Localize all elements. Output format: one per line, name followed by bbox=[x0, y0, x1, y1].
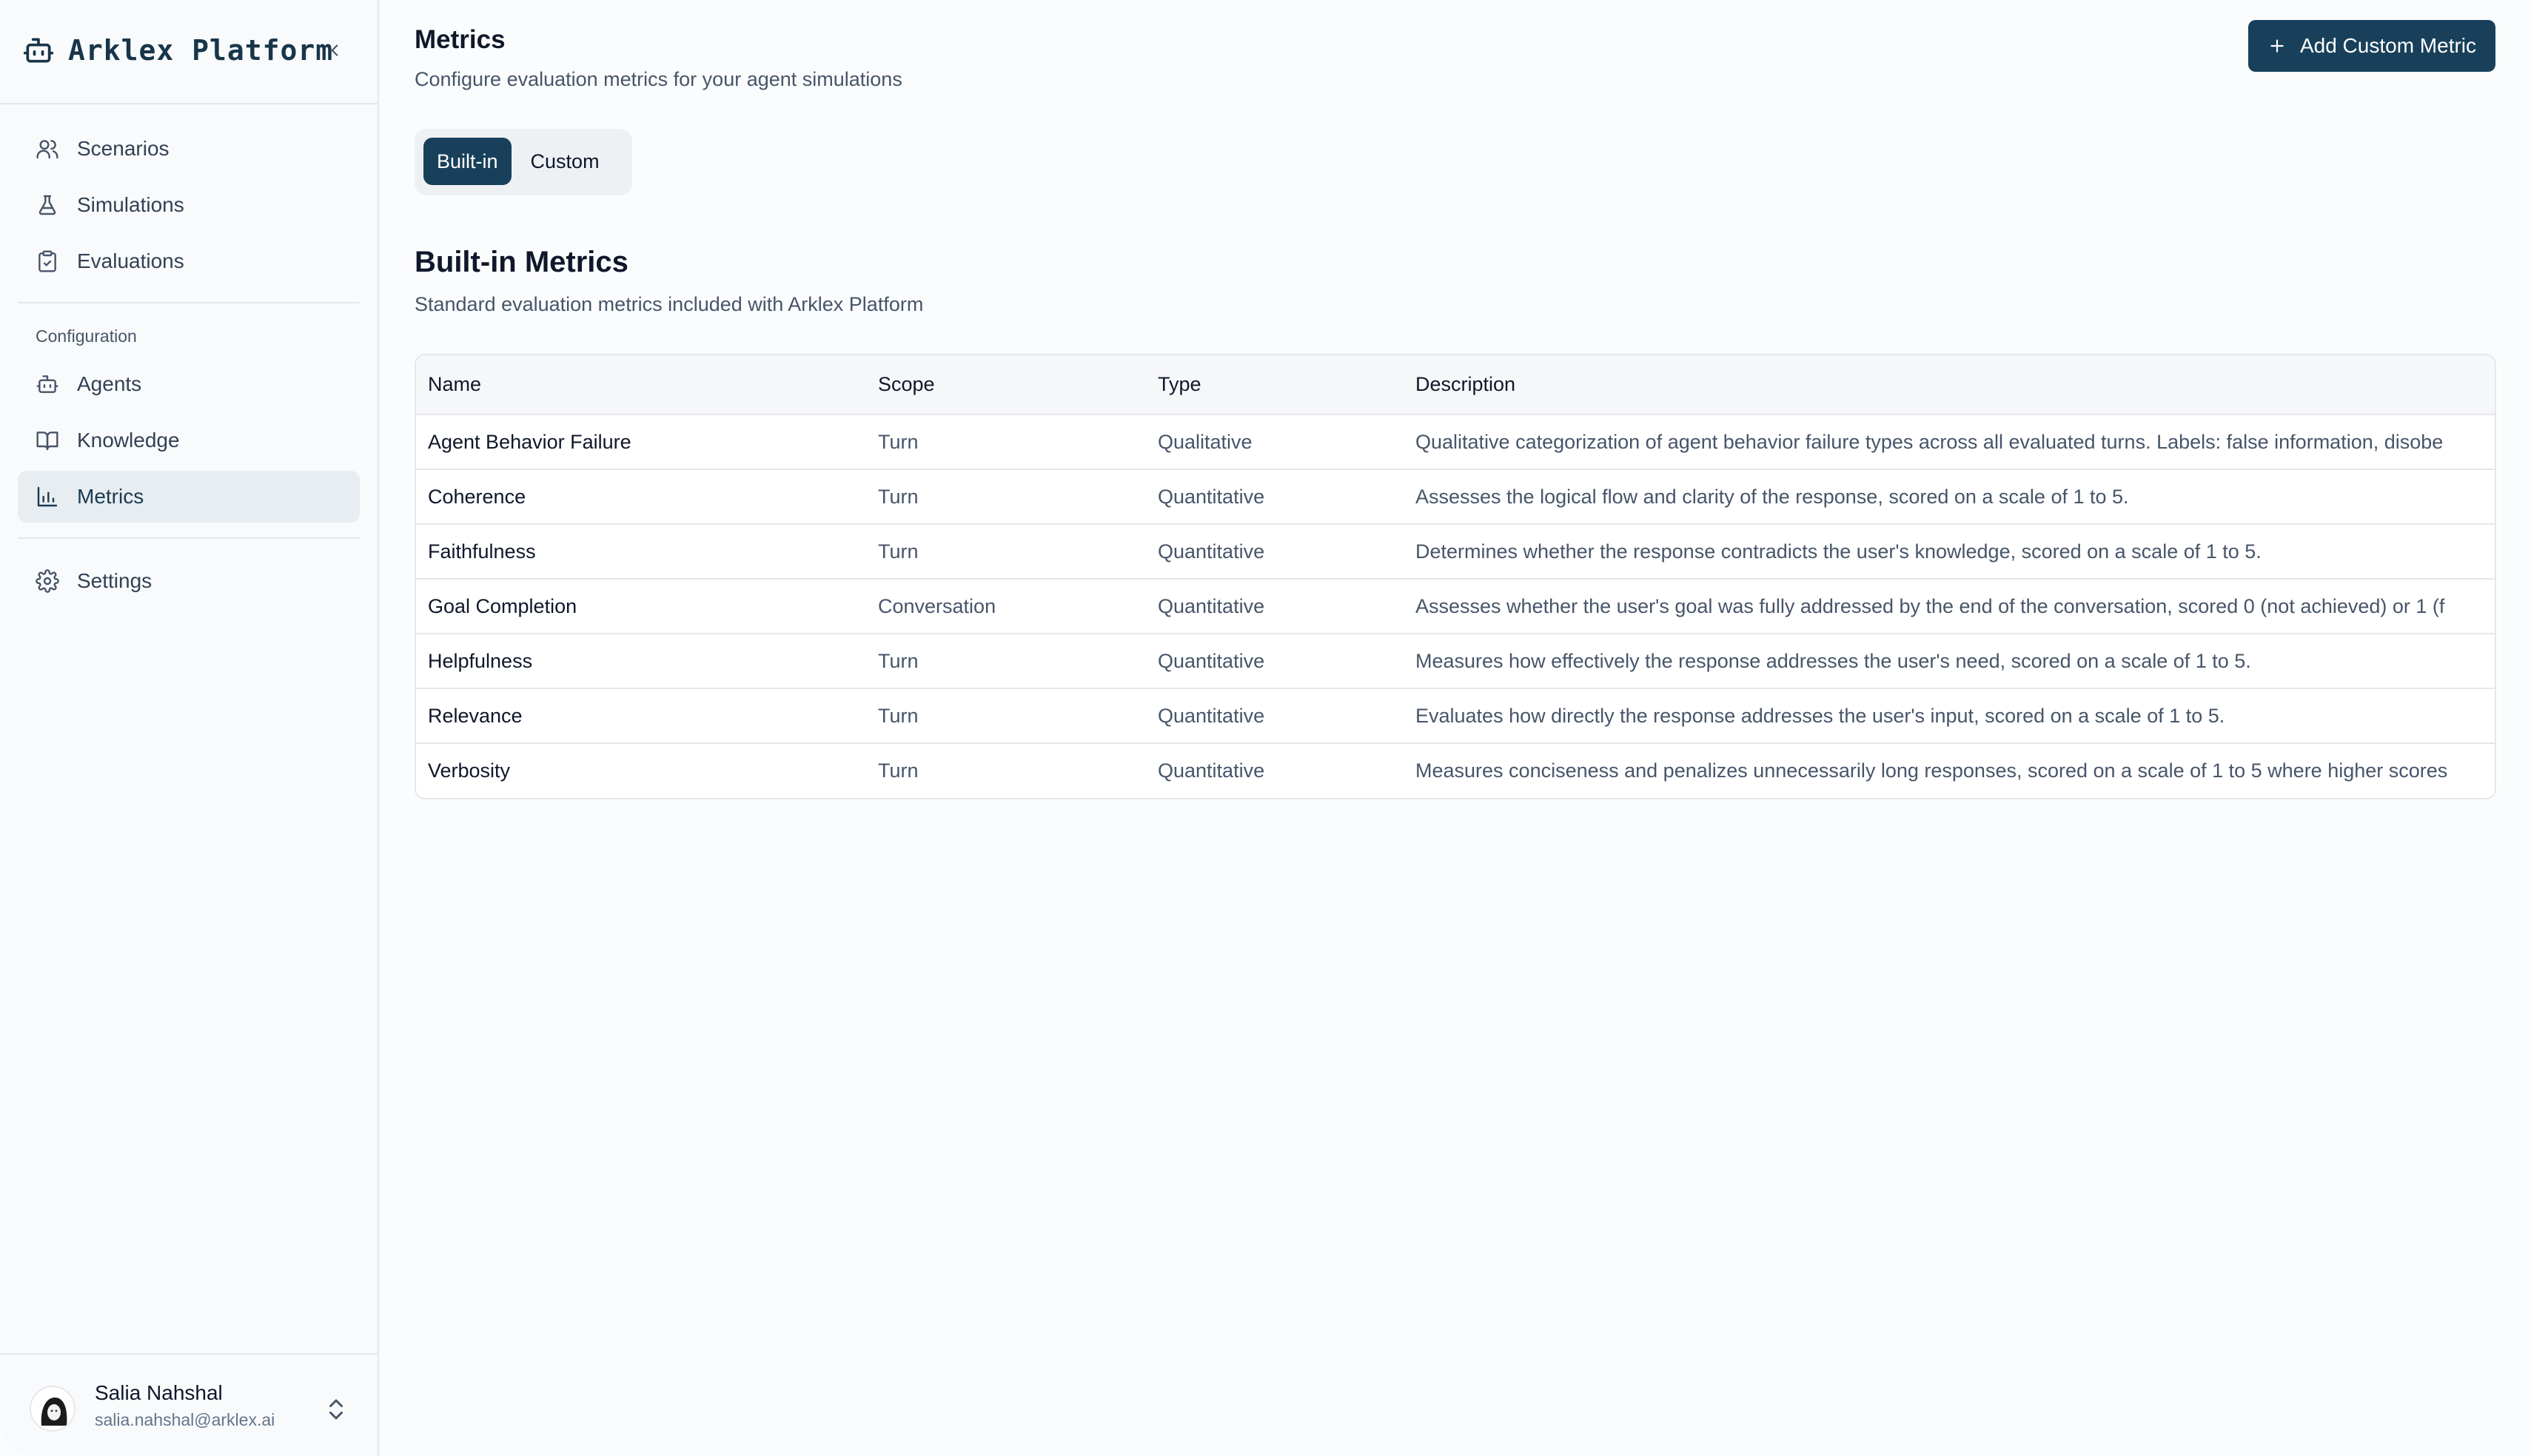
metric-description: Measures conciseness and penalizes unnec… bbox=[1415, 759, 2448, 782]
metric-type: Quantitative bbox=[1146, 579, 1404, 634]
book-open-icon bbox=[36, 432, 58, 451]
bot-icon bbox=[36, 375, 58, 393]
clipboard-check-icon bbox=[38, 250, 56, 272]
sidebar-item-scenarios[interactable]: Scenarios bbox=[18, 123, 360, 175]
add-custom-metric-button[interactable]: Add Custom Metric bbox=[2248, 20, 2495, 72]
metric-scope: Conversation bbox=[866, 579, 1146, 634]
sidebar-item-label: Scenarios bbox=[77, 137, 170, 160]
metric-description: Evaluates how directly the response addr… bbox=[1404, 688, 2495, 744]
metric-scope: Turn bbox=[866, 415, 1146, 470]
table-header-row: Name Scope Type Description bbox=[416, 355, 2495, 415]
metric-scope: Turn bbox=[866, 469, 1146, 525]
users-icon bbox=[36, 140, 58, 159]
metrics-table: Name Scope Type Description Agent Behavi… bbox=[415, 354, 2496, 799]
metric-name: Agent Behavior Failure bbox=[416, 415, 866, 470]
bot-logo-icon bbox=[22, 34, 55, 67]
column-header-description: Description bbox=[1404, 355, 2495, 415]
brand[interactable]: Arklex Platform bbox=[22, 27, 333, 74]
sidebar-item-label: Evaluations bbox=[77, 249, 184, 272]
metric-scope: Turn bbox=[866, 688, 1146, 744]
metric-description: Assesses the logical flow and clarity of… bbox=[1404, 469, 2495, 525]
table-row[interactable]: Verbosity Turn Quantitative Measures con… bbox=[416, 743, 2495, 798]
tab-custom[interactable]: Custom bbox=[517, 138, 613, 185]
tab-built-in[interactable]: Built-in bbox=[423, 138, 512, 185]
table-row[interactable]: Agent Behavior Failure Turn Qualitative … bbox=[416, 415, 2495, 470]
user-email: salia.nahshal@arklex.ai bbox=[95, 1410, 275, 1429]
plus-icon bbox=[2270, 39, 2284, 53]
metric-name: Verbosity bbox=[428, 759, 511, 782]
metric-type: Quantitative bbox=[1146, 688, 1404, 744]
add-custom-metric-label: Add Custom Metric bbox=[2299, 34, 2477, 57]
metric-type: Quantitative bbox=[1146, 524, 1404, 580]
gear-icon bbox=[36, 569, 59, 593]
column-header-scope: Scope bbox=[866, 355, 1146, 415]
flask-icon bbox=[38, 195, 56, 215]
metric-name: Helpfulness bbox=[416, 634, 866, 689]
sidebar-item-simulations[interactable]: Simulations bbox=[18, 179, 360, 231]
sidebar-group-configuration: Configuration bbox=[36, 326, 137, 346]
sidebar-header-divider bbox=[0, 103, 378, 104]
sidebar-item-label: Knowledge bbox=[77, 429, 180, 452]
section-subtitle: Standard evaluation metrics included wit… bbox=[415, 293, 924, 315]
metric-type: Quantitative bbox=[1158, 759, 1265, 782]
sidebar-item-label: Agents bbox=[77, 372, 142, 395]
metric-scope: Turn bbox=[878, 759, 919, 782]
avatar bbox=[30, 1386, 76, 1432]
metric-name: Relevance bbox=[416, 688, 866, 744]
metric-description: Qualitative categorization of agent beha… bbox=[1404, 415, 2495, 470]
metric-type: Quantitative bbox=[1146, 469, 1404, 525]
sidebar-item-metrics[interactable]: Metrics bbox=[18, 471, 360, 523]
column-header-name: Name bbox=[416, 355, 866, 415]
metric-description: Determines whether the response contradi… bbox=[1404, 524, 2495, 580]
metric-type: Qualitative bbox=[1146, 415, 1404, 470]
sidebar-item-label: Settings bbox=[77, 569, 152, 592]
table-row[interactable]: Relevance Turn Quantitative Evaluates ho… bbox=[416, 688, 2495, 744]
brand-name: Arklex Platform bbox=[68, 34, 334, 67]
metric-tabs: Built-in Custom bbox=[415, 129, 632, 195]
sidebar-item-agents[interactable]: Agents bbox=[18, 358, 360, 410]
metric-description: Measures how effectively the response ad… bbox=[1404, 634, 2495, 689]
user-menu[interactable]: Salia Nahshal salia.nahshal@arklex.ai bbox=[0, 1353, 378, 1456]
column-header-type: Type bbox=[1146, 355, 1404, 415]
metric-type: Quantitative bbox=[1146, 634, 1404, 689]
app-window: Arklex Platform Scenarios Simulations Ev… bbox=[0, 0, 2531, 1456]
sidebar-item-settings[interactable]: Settings bbox=[18, 555, 360, 607]
chevrons-up-down-icon[interactable] bbox=[323, 1396, 349, 1423]
table-row[interactable]: Goal Completion Conversation Quantitativ… bbox=[416, 579, 2495, 634]
sidebar-divider bbox=[18, 302, 360, 303]
metric-scope: Turn bbox=[866, 634, 1146, 689]
table-row[interactable]: Helpfulness Turn Quantitative Measures h… bbox=[416, 634, 2495, 689]
user-name: Salia Nahshal bbox=[95, 1381, 223, 1404]
main-content: Metrics Configure evaluation metrics for… bbox=[379, 0, 2531, 1456]
bar-chart-icon bbox=[37, 486, 58, 507]
sidebar-item-label: Metrics bbox=[77, 485, 144, 508]
page-subtitle: Configure evaluation metrics for your ag… bbox=[415, 68, 902, 90]
table-row[interactable]: Coherence Turn Quantitative Assesses the… bbox=[416, 469, 2495, 525]
sidebar-item-label: Simulations bbox=[77, 193, 184, 216]
metric-name: Goal Completion bbox=[416, 579, 866, 634]
chevron-left-icon bbox=[331, 44, 338, 56]
metric-name: Coherence bbox=[416, 469, 866, 525]
page-title: Metrics bbox=[415, 25, 506, 54]
sidebar-item-knowledge[interactable]: Knowledge bbox=[18, 415, 360, 466]
metric-description: Assesses whether the user's goal was ful… bbox=[1404, 579, 2495, 634]
metric-scope: Turn bbox=[866, 524, 1146, 580]
table-row[interactable]: Faithfulness Turn Quantitative Determine… bbox=[416, 524, 2495, 580]
sidebar: Arklex Platform Scenarios Simulations Ev… bbox=[0, 0, 379, 1456]
collapse-sidebar-button[interactable] bbox=[317, 33, 352, 68]
sidebar-divider bbox=[18, 537, 360, 539]
sidebar-item-evaluations[interactable]: Evaluations bbox=[18, 235, 360, 287]
metric-name: Faithfulness bbox=[416, 524, 866, 580]
section-title: Built-in Metrics bbox=[415, 246, 628, 278]
